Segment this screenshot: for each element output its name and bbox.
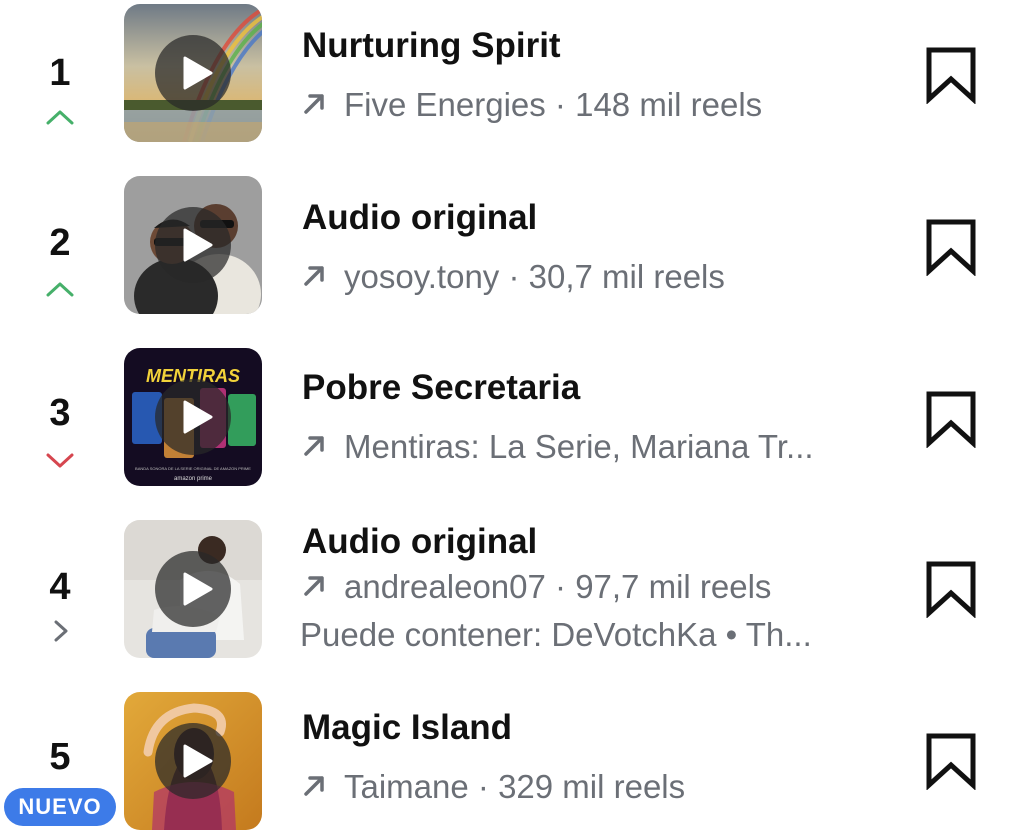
arrow-up-right-icon	[300, 770, 330, 800]
artist-name[interactable]: Taimane	[344, 768, 469, 805]
list-item[interactable]: 5 NUEVO Magic Island Taimane · 329 mil r…	[0, 688, 1024, 830]
trend-up-icon	[44, 278, 76, 300]
artist-name[interactable]: yosoy.tony	[344, 258, 499, 295]
bookmark-icon[interactable]	[924, 46, 978, 104]
reels-count: 148 mil reels	[575, 86, 763, 123]
arrow-up-right-icon	[300, 570, 330, 600]
list-item[interactable]: 3 MENTIRAS BANDA SONORA DE LA SERIE ORIG…	[0, 344, 1024, 486]
rank-number: 2	[49, 222, 71, 264]
reels-count: 30,7 mil reels	[528, 258, 725, 295]
bookmark-icon[interactable]	[924, 732, 978, 790]
reels-count: 97,7 mil reels	[575, 568, 772, 605]
rank-number: 3	[49, 392, 71, 434]
track-title[interactable]: Nurturing Spirit	[302, 26, 561, 66]
artist-name[interactable]: andrealeon07	[344, 568, 546, 605]
track-thumbnail[interactable]	[124, 4, 262, 142]
separator: ·	[545, 86, 576, 123]
play-icon[interactable]	[155, 551, 231, 627]
list-item[interactable]: 2 Audio original yosoy.tony · 30,7 mil r…	[0, 172, 1024, 314]
play-icon[interactable]	[155, 207, 231, 283]
track-subtitle[interactable]: yosoy.tony · 30,7 mil reels	[300, 258, 900, 296]
track-thumbnail[interactable]	[124, 176, 262, 314]
artist-name[interactable]: Five Energies	[344, 86, 546, 123]
list-item[interactable]: 1 Nurturing Spirit Five Energies · 148 m…	[0, 0, 1024, 142]
track-thumbnail[interactable]	[124, 520, 262, 658]
track-subtitle[interactable]: andrealeon07 · 97,7 mil reels	[300, 568, 900, 606]
separator: ·	[468, 768, 499, 805]
play-icon[interactable]	[155, 723, 231, 799]
separator: ·	[545, 568, 576, 605]
rank-number: 4	[49, 566, 71, 608]
arrow-up-right-icon	[300, 88, 330, 118]
may-contain-note: Puede contener: DeVotchKa • Th...	[300, 616, 812, 653]
track-title[interactable]: Magic Island	[302, 708, 512, 748]
track-thumbnail[interactable]	[124, 692, 262, 830]
arrow-up-right-icon	[300, 430, 330, 460]
artist-name[interactable]: Mentiras: La Serie, Mariana Tr...	[344, 428, 814, 465]
cover-brand-text: amazon prime	[174, 476, 213, 482]
track-title[interactable]: Audio original	[302, 198, 537, 238]
new-badge: NUEVO	[4, 788, 116, 826]
track-subtitle[interactable]: Mentiras: La Serie, Mariana Tr...	[300, 428, 900, 466]
rank-number: 1	[49, 52, 71, 94]
chevron-right-icon	[46, 620, 78, 642]
bookmark-icon[interactable]	[924, 390, 978, 448]
track-subtitle[interactable]: Taimane · 329 mil reels	[300, 768, 900, 806]
cover-caption-text: BANDA SONORA DE LA SERIE ORIGINAL DE AMA…	[135, 466, 251, 471]
list-item[interactable]: 4 Audio original andrealeon07 · 97,7 mil…	[0, 516, 1024, 658]
reels-count: 329 mil reels	[498, 768, 686, 805]
track-title[interactable]: Pobre Secretaria	[302, 368, 580, 408]
bookmark-icon[interactable]	[924, 560, 978, 618]
play-icon[interactable]	[155, 35, 231, 111]
trending-audio-list: 1 Nurturing Spirit Five Energies · 148 m…	[0, 0, 1024, 830]
track-subtitle[interactable]: Five Energies · 148 mil reels	[300, 86, 900, 124]
arrow-up-right-icon	[300, 260, 330, 290]
track-title[interactable]: Audio original	[302, 522, 537, 562]
rank-number: 5	[49, 736, 71, 778]
play-icon[interactable]	[155, 379, 231, 455]
separator: ·	[499, 258, 529, 295]
track-thumbnail[interactable]: MENTIRAS BANDA SONORA DE LA SERIE ORIGIN…	[124, 348, 262, 486]
trend-up-icon	[44, 106, 76, 128]
bookmark-icon[interactable]	[924, 218, 978, 276]
trend-down-icon	[44, 450, 76, 472]
